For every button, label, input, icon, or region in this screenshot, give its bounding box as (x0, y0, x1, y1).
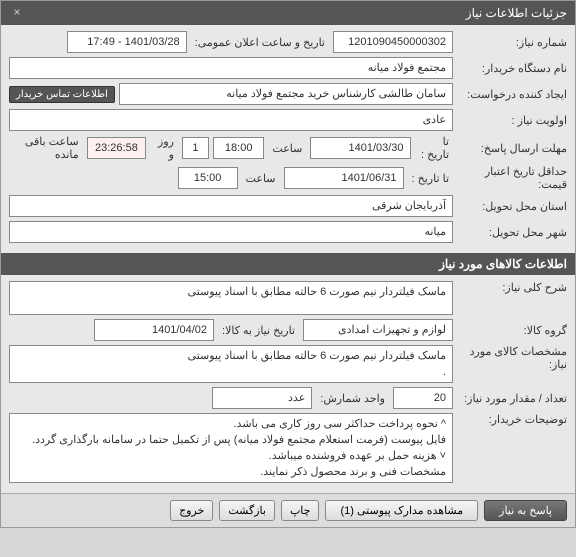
announce-field: 1401/03/28 - 17:49 (67, 31, 187, 53)
unit-field: عدد (212, 387, 312, 409)
validity-date-field: 1401/06/31 (284, 167, 404, 189)
print-button[interactable]: چاپ (281, 500, 320, 521)
group-field: لوازم و تجهیزات امدادی (303, 319, 453, 341)
to-date-label: تا تاریخ : (415, 135, 453, 161)
button-bar: پاسخ به نیاز مشاهده مدارک پیوستی (1) چاپ… (1, 493, 575, 527)
need-date-label: تاریخ نیاز به کالا: (218, 324, 299, 337)
validity-time-field: 15:00 (178, 167, 238, 189)
need-number-field: 1201090450000302 (333, 31, 453, 53)
goods-section-header: اطلاعات کالاهای مورد نیاز (1, 253, 575, 275)
need-date-field: 1401/04/02 (94, 319, 214, 341)
priority-field: عادی (9, 109, 453, 131)
province-label: استان محل تحویل: (457, 200, 567, 213)
city-field: میانه (9, 221, 453, 243)
deadline-date-field: 1401/03/30 (310, 137, 410, 159)
goods-form: شرح کلی نیاز: ماسک فیلتردار نیم صورت 6 ح… (1, 275, 575, 493)
city-label: شهر محل تحویل: (457, 226, 567, 239)
announce-label: تاریخ و ساعت اعلان عمومی: (191, 36, 329, 49)
notes-label: توضیحات خریدار: (457, 413, 567, 426)
province-field: آذربایجان شرقی (9, 195, 453, 217)
days-and-label: روز و (150, 135, 178, 161)
window-title: جزئیات اطلاعات نیاز (466, 6, 567, 20)
buyer-label: نام دستگاه خریدار: (457, 62, 567, 75)
reply-button[interactable]: پاسخ به نیاز (484, 500, 567, 521)
priority-label: اولویت نیاز : (457, 114, 567, 127)
close-icon[interactable]: × (9, 5, 25, 21)
countdown-field: 23:26:58 (87, 137, 147, 159)
desc-field: ماسک فیلتردار نیم صورت 6 حالته مطابق با … (9, 281, 453, 315)
group-label: گروه کالا: (457, 324, 567, 337)
need-number-label: شماره نیاز: (457, 36, 567, 49)
creator-field: سامان طالشی کارشناس خرید مجتمع فولاد میا… (119, 83, 453, 105)
deadline-time-field: 18:00 (213, 137, 264, 159)
remaining-label: ساعت باقی مانده (9, 135, 83, 161)
qty-field: 20 (393, 387, 453, 409)
back-button[interactable]: بازگشت (219, 500, 275, 521)
notes-field: ^ نحوه پرداخت حداکثر سی روز کاری می باشد… (9, 413, 453, 483)
creator-label: ایجاد کننده درخواست: (457, 88, 567, 101)
contact-buyer-button[interactable]: اطلاعات تماس خریدار (9, 86, 115, 103)
need-form: شماره نیاز: 1201090450000302 تاریخ و ساع… (1, 25, 575, 253)
attachments-button[interactable]: مشاهده مدارک پیوستی (1) (325, 500, 478, 521)
unit-label: واحد شمارش: (316, 392, 389, 405)
qty-label: تعداد / مقدار مورد نیاز: (457, 392, 567, 405)
spec-label: مشخصات کالای مورد نیاز: (457, 345, 567, 371)
desc-label: شرح کلی نیاز: (457, 281, 567, 294)
time-label-1: ساعت (268, 142, 306, 155)
buyer-field: مجتمع فولاد میانه (9, 57, 453, 79)
time-label-2: ساعت (242, 172, 280, 185)
exit-button[interactable]: خروج (170, 500, 213, 521)
days-left-field: 1 (182, 137, 209, 159)
deadline-label: مهلت ارسال پاسخ: (457, 142, 567, 155)
spec-field: ماسک فیلتردار نیم صورت 6 حالته مطابق با … (9, 345, 453, 383)
to-date-label-2: تا تاریخ : (408, 172, 453, 185)
window-titlebar: جزئیات اطلاعات نیاز × (1, 1, 575, 25)
need-details-window: جزئیات اطلاعات نیاز × شماره نیاز: 120109… (0, 0, 576, 528)
validity-label: حداقل تاریخ اعتبار قیمت: (457, 165, 567, 191)
